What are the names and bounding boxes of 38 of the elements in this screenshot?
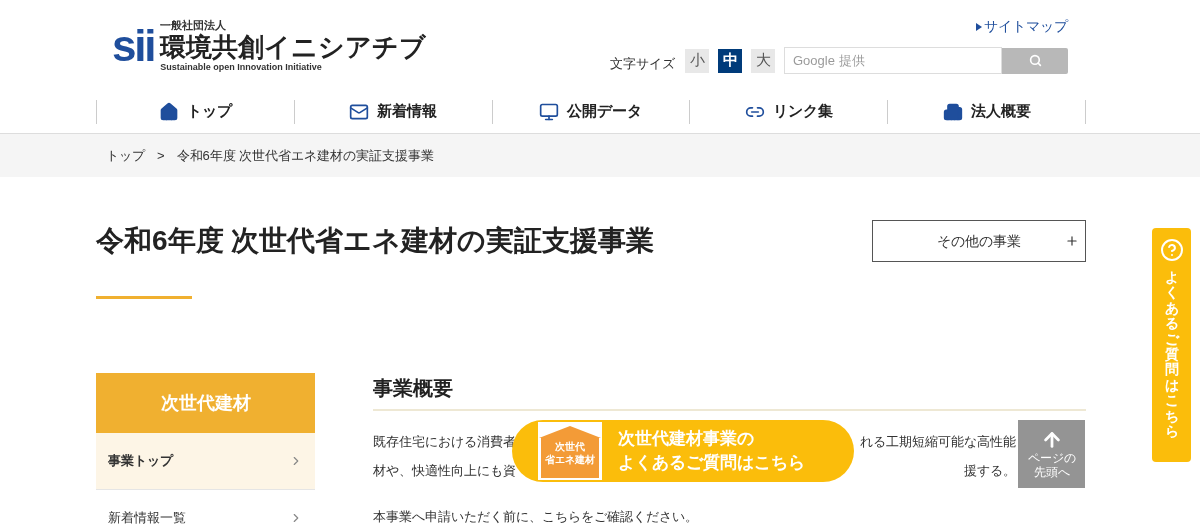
page-title: 令和6年度 次世代省エネ建材の実証支援事業: [96, 224, 655, 258]
banner-text: 次世代建材事業の: [618, 428, 755, 450]
sitemap-link[interactable]: サイトマップ: [976, 16, 1068, 37]
notice-text: 本事業へ申請いただく前に、こちらをご確認ください。: [373, 508, 699, 526]
plus-icon: [1065, 234, 1079, 248]
nav-item[interactable]: 公開データ: [491, 99, 690, 124]
org-type: 一般社団法人: [160, 19, 228, 31]
search-icon: [1028, 54, 1042, 67]
org-english: Sustainable open Innovation Initiative: [160, 63, 323, 73]
font-size-label: 文字サイズ: [610, 54, 675, 73]
triangle-icon: [976, 22, 982, 31]
nav-item[interactable]: 新着情報: [293, 99, 492, 124]
font-size-button[interactable]: 中: [718, 48, 742, 73]
breadcrumb-link[interactable]: トップ: [106, 145, 145, 166]
breadcrumb-current: 令和6年度 次世代省エネ建材の実証支援事業: [176, 146, 435, 165]
org-name: 環境共創イニシアチブ: [160, 31, 427, 63]
search-field[interactable]: Google 提供: [784, 47, 1002, 74]
breadcrumb-separator: >: [157, 146, 165, 165]
building-icon: [942, 101, 963, 122]
monitor-icon: [539, 101, 560, 122]
nav-item[interactable]: リンク集: [689, 99, 888, 124]
section-heading: 事業概要: [373, 373, 1086, 411]
home-icon: [158, 101, 179, 122]
font-size-button[interactable]: 小: [685, 48, 709, 73]
font-size-button[interactable]: 大: [751, 48, 775, 73]
logo-mark: sii: [112, 24, 155, 68]
question-icon: [1159, 238, 1184, 262]
nav-item[interactable]: トップ: [96, 99, 294, 124]
paragraph-text: れる工期短縮可能な高性能: [860, 433, 1016, 451]
other-projects-button[interactable]: その他の事業: [872, 220, 1086, 262]
house-label: 省エネ建材: [545, 453, 595, 466]
banner-text: よくあるご質問はこちら: [618, 452, 805, 474]
paragraph-text: 援する。: [964, 462, 1016, 480]
nav-item[interactable]: 法人概要: [887, 99, 1086, 124]
sidebar-item[interactable]: 事業トップ: [96, 433, 315, 490]
sidebar-title: 次世代建材: [96, 373, 315, 433]
house-label: 次世代: [555, 440, 585, 453]
search-button[interactable]: [1002, 47, 1068, 74]
